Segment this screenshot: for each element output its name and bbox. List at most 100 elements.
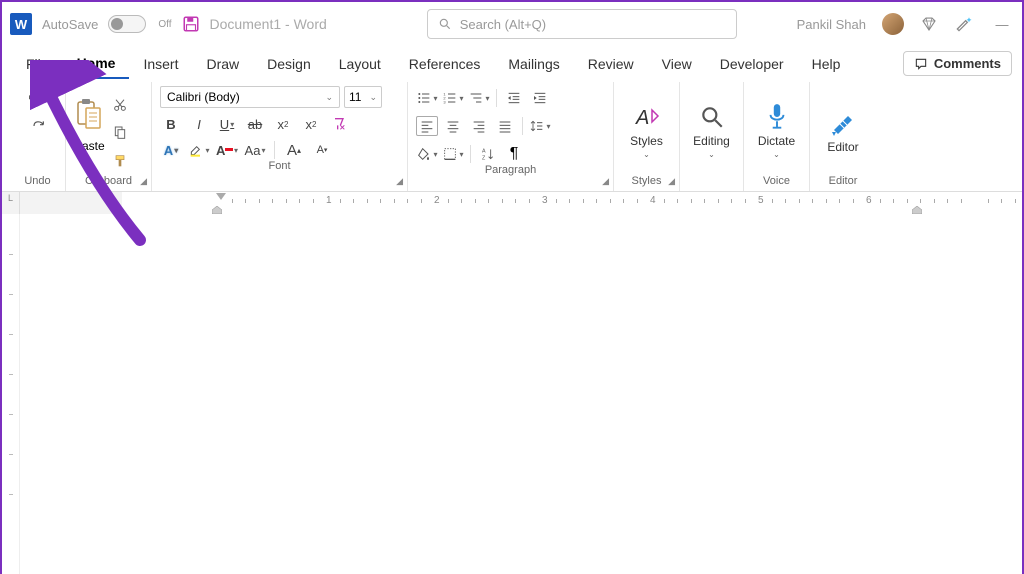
autosave-label: AutoSave [42, 17, 98, 32]
group-clipboard: Paste ⌄ Clipboard ◢ [66, 82, 152, 191]
ruler-corner[interactable]: L [2, 192, 20, 214]
right-indent-marker[interactable] [912, 206, 922, 214]
paragraph-group-label: Paragraph [416, 164, 605, 180]
tab-mailings[interactable]: Mailings [494, 50, 573, 78]
comments-button[interactable]: Comments [903, 51, 1012, 76]
underline-button[interactable]: U▾ [216, 114, 238, 134]
minimize-button[interactable]: — [990, 12, 1014, 36]
tab-draw[interactable]: Draw [192, 50, 253, 78]
styles-launcher[interactable]: ◢ [668, 176, 675, 187]
editing-button[interactable]: Editing ⌄ [684, 100, 740, 159]
styles-button[interactable]: A Styles ⌄ [619, 100, 675, 159]
tab-home[interactable]: Home [63, 49, 130, 79]
group-voice: Dictate ⌄ Voice [744, 82, 810, 191]
group-font: Calibri (Body)⌄ 11⌄ B I U▾ ab x2 x2 A▾ ▾… [152, 82, 408, 191]
user-avatar-icon[interactable] [882, 13, 904, 35]
ruler-horizontal[interactable]: L 1 2 3 4 5 6 [2, 192, 1022, 214]
decrease-indent-button[interactable] [503, 88, 525, 108]
cut-button[interactable] [109, 95, 131, 115]
editor-button[interactable]: Editor [815, 106, 871, 154]
document-page[interactable] [122, 214, 1022, 574]
group-paragraph: ▾ 123▾ ▾ ▾ ▾ ▾ AZ ¶ [408, 82, 614, 191]
tab-references[interactable]: References [395, 50, 495, 78]
ribbon: ▾ Undo Paste ⌄ Clipboard ◢ [2, 82, 1022, 192]
align-center-button[interactable] [442, 116, 464, 136]
autosave-toggle[interactable] [108, 15, 146, 33]
comment-icon [914, 57, 928, 71]
show-marks-button[interactable]: ¶ [503, 144, 525, 164]
tab-review[interactable]: Review [574, 50, 648, 78]
numbering-button[interactable]: 123▾ [442, 88, 464, 108]
highlight-button[interactable]: ▾ [188, 140, 210, 160]
paragraph-launcher[interactable]: ◢ [602, 176, 609, 187]
superscript-button[interactable]: x2 [300, 114, 322, 134]
font-size-select[interactable]: 11⌄ [344, 86, 382, 108]
subscript-button[interactable]: x2 [272, 114, 294, 134]
editing-group-label [688, 175, 735, 191]
align-left-button[interactable] [416, 116, 438, 136]
first-line-indent-marker[interactable] [216, 193, 226, 200]
line-spacing-button[interactable]: ▾ [529, 116, 551, 136]
increase-indent-button[interactable] [529, 88, 551, 108]
justify-button[interactable] [494, 116, 516, 136]
group-styles: A Styles ⌄ Styles ◢ [614, 82, 680, 191]
clipboard-launcher[interactable]: ◢ [140, 176, 147, 187]
font-color-button[interactable]: A▾ [216, 140, 238, 160]
format-painter-button[interactable] [109, 151, 131, 171]
search-icon [438, 17, 452, 31]
dictate-button[interactable]: Dictate ⌄ [749, 100, 805, 159]
undo-button[interactable]: ▾ [27, 90, 49, 110]
change-case-button[interactable]: Aa▾ [244, 140, 266, 160]
ruler-vertical[interactable] [2, 214, 20, 574]
svg-text:Z: Z [482, 155, 486, 161]
font-name-select[interactable]: Calibri (Body)⌄ [160, 86, 340, 108]
tab-file[interactable]: File [12, 50, 63, 78]
sort-button[interactable]: AZ [477, 144, 499, 164]
shrink-font-button[interactable]: A▾ [311, 140, 333, 160]
tab-insert[interactable]: Insert [129, 50, 192, 78]
save-icon[interactable] [182, 15, 200, 33]
tab-layout[interactable]: Layout [325, 50, 395, 78]
svg-text:A: A [635, 107, 649, 129]
paste-icon[interactable] [74, 98, 104, 137]
ribbon-tabs: File Home Insert Draw Design Layout Refe… [2, 46, 1022, 82]
premium-icon[interactable] [920, 15, 938, 33]
group-editing: Editing ⌄ [680, 82, 744, 191]
copy-button[interactable] [109, 123, 131, 143]
user-name[interactable]: Pankil Shah [797, 17, 866, 32]
multilevel-list-button[interactable]: ▾ [468, 88, 490, 108]
document-area [2, 214, 1022, 574]
group-editor: Editor Editor [810, 82, 876, 191]
align-right-button[interactable] [468, 116, 490, 136]
title-bar: W AutoSave Off Document1 - Word Search (… [2, 2, 1022, 46]
comments-label: Comments [934, 56, 1001, 71]
bold-button[interactable]: B [160, 114, 182, 134]
hanging-indent-marker[interactable] [212, 206, 222, 214]
voice-group-label: Voice [752, 175, 801, 191]
clear-format-button[interactable] [328, 114, 350, 134]
italic-button[interactable]: I [188, 114, 210, 134]
svg-text:A: A [482, 149, 486, 155]
borders-button[interactable]: ▾ [442, 144, 464, 164]
document-title: Document1 - Word [210, 16, 327, 32]
grow-font-button[interactable]: A▴ [283, 140, 305, 160]
tab-design[interactable]: Design [253, 50, 325, 78]
shading-button[interactable]: ▾ [416, 144, 438, 164]
tab-help[interactable]: Help [798, 50, 855, 78]
redo-button[interactable] [27, 116, 49, 136]
paste-dropdown[interactable]: ⌄ [86, 155, 93, 164]
autosave-state: Off [158, 19, 171, 30]
svg-text:3: 3 [444, 99, 447, 104]
search-placeholder: Search (Alt+Q) [460, 17, 546, 32]
pen-sparkle-icon[interactable] [954, 14, 974, 34]
undo-group-label: Undo [18, 175, 57, 191]
search-input[interactable]: Search (Alt+Q) [427, 9, 737, 39]
word-app-icon: W [10, 13, 32, 35]
bullets-button[interactable]: ▾ [416, 88, 438, 108]
clipboard-group-label: Clipboard [74, 175, 143, 191]
tab-view[interactable]: View [648, 50, 706, 78]
text-effects-button[interactable]: A▾ [160, 140, 182, 160]
font-launcher[interactable]: ◢ [396, 176, 403, 187]
tab-developer[interactable]: Developer [706, 50, 798, 78]
strikethrough-button[interactable]: ab [244, 114, 266, 134]
